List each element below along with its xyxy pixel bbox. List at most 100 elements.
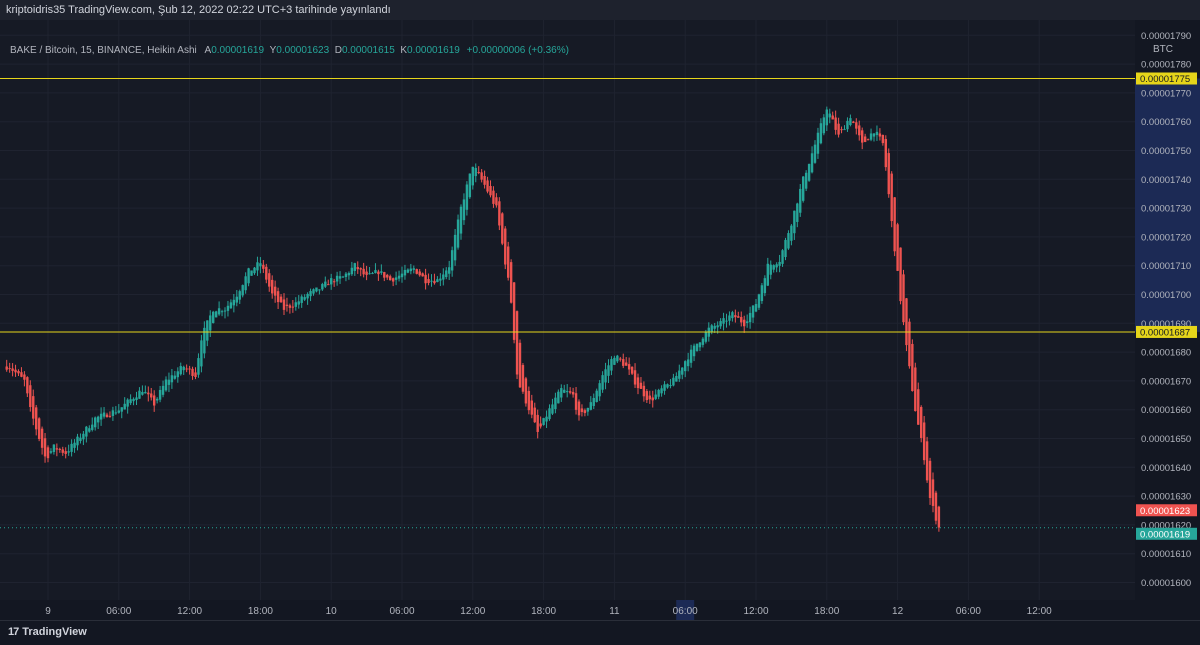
candle-body [153,395,156,406]
candle-body [111,410,115,416]
candle-body [52,444,56,452]
candle-body [681,367,684,375]
candle-body [332,281,336,283]
candle-body [551,404,554,414]
candle-body [825,109,828,126]
candle-body [397,275,401,279]
candle-body [689,349,693,363]
candle-body [704,331,708,342]
candle-body [828,113,831,118]
candle-body [613,357,616,365]
candle-body [928,460,932,498]
candle-body [521,365,525,392]
candle-body [433,280,436,284]
candle-body [114,412,118,414]
chart-pane[interactable]: 0.00001600 0.00001610 0.00001620 0.00001630… [0,20,1200,620]
candle-body [474,167,477,177]
candle-body [583,410,587,414]
candle-body [881,134,885,144]
candle-body [421,273,424,277]
candle-body [492,190,495,204]
candle-body [5,366,8,370]
y-tick-label: 0.00001600 [1141,578,1191,589]
candle-body [796,203,799,222]
change-value: +0.00000006 (+0.36%) [466,45,569,56]
candle-body [309,291,312,297]
x-tick-label: 18:00 [248,606,273,617]
close-value: 0.00001619 [407,45,460,56]
candle-body [35,407,38,430]
y-tick-label: 0.00001610 [1141,549,1191,560]
candle-body [515,311,519,375]
candle-body [869,133,873,140]
candle-body [350,267,354,275]
price-chart[interactable]: 0.000016000.000016100.000016200.00001630… [0,20,1200,620]
candle-body [654,394,657,399]
candle-body [150,393,153,398]
candle-body [557,391,560,404]
candle-body [306,293,309,299]
candle-body [822,117,826,134]
x-tick-label: 18:00 [814,606,839,617]
candle-body [368,273,371,275]
x-tick-label: 12:00 [177,606,202,617]
y-tick-label: 0.00001670 [1141,376,1191,387]
candle-body [335,275,339,282]
candle-body [548,408,551,420]
candle-body [899,247,902,302]
candle-body [754,304,758,312]
candle-body [813,144,817,163]
candle-body [728,315,731,321]
y-tick-label: 0.00001730 [1141,204,1191,215]
candle-body [161,385,165,395]
tradingview-logo[interactable]: 17 TradingView [8,626,87,638]
candle-body [49,451,53,453]
candle-body [563,389,566,393]
candle-body [672,377,675,386]
candle-body [61,449,64,453]
candle-body [459,206,463,234]
candle-body [533,407,536,423]
candle-body [507,246,510,278]
candle-body [250,270,253,276]
currency-label: BTC [1150,44,1176,55]
candle-body [566,391,569,393]
candle-body [212,311,215,323]
candle-body [170,375,174,383]
candle-body [321,284,324,290]
candle-body [861,130,864,143]
candle-body [256,262,259,271]
candle-body [365,271,368,275]
candle-body [769,264,772,275]
candle-body [229,302,233,309]
candle-body [76,436,79,446]
y-tick-label: 0.00001790 [1141,31,1191,42]
candle-body [64,451,67,454]
candle-body [291,306,295,308]
candle-body [719,321,722,327]
candle-body [85,426,88,437]
candle-body [91,424,94,430]
candle-body [489,185,492,196]
candle-body [793,210,796,234]
candle-body [695,343,699,351]
candle-body [480,172,483,180]
y-tick-label: 0.00001760 [1141,117,1191,128]
candle-body [102,412,106,417]
plot-background [0,20,1135,600]
candle-body [374,270,377,274]
candle-body [757,294,761,308]
candle-body [415,269,418,274]
candle-body [117,410,120,413]
candle-body [32,396,35,419]
candle-body [849,118,852,126]
candle-body [79,437,82,441]
candle-body [55,448,59,450]
candle-body [406,269,410,273]
candle-body [748,312,752,323]
candle-body [238,291,241,300]
candle-body [26,377,29,394]
publish-info: kriptoidris35 TradingView.com, Şub 12, 2… [6,4,391,16]
candle-body [887,153,890,195]
candle-body [863,136,867,142]
